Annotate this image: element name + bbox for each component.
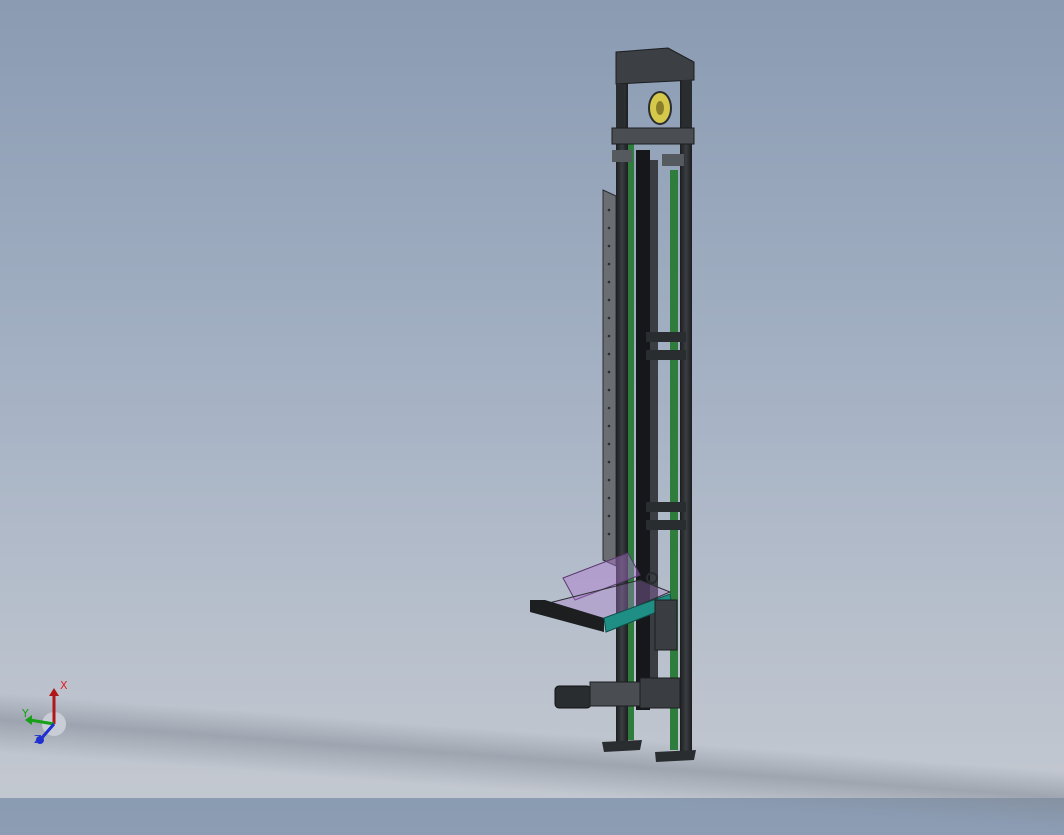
- lift-assembly-model[interactable]: [0, 0, 1064, 798]
- cad-viewport[interactable]: X Y Z: [0, 0, 1064, 835]
- x-axis-label: X: [60, 679, 68, 692]
- perforated-strut: [602, 189, 617, 567]
- drive-motor: [554, 677, 681, 709]
- coordinate-triad: X Y Z: [18, 678, 78, 750]
- y-axis-label: Y: [22, 707, 29, 720]
- yellow-pulley: [648, 91, 672, 125]
- z-axis-label: Z: [34, 733, 42, 746]
